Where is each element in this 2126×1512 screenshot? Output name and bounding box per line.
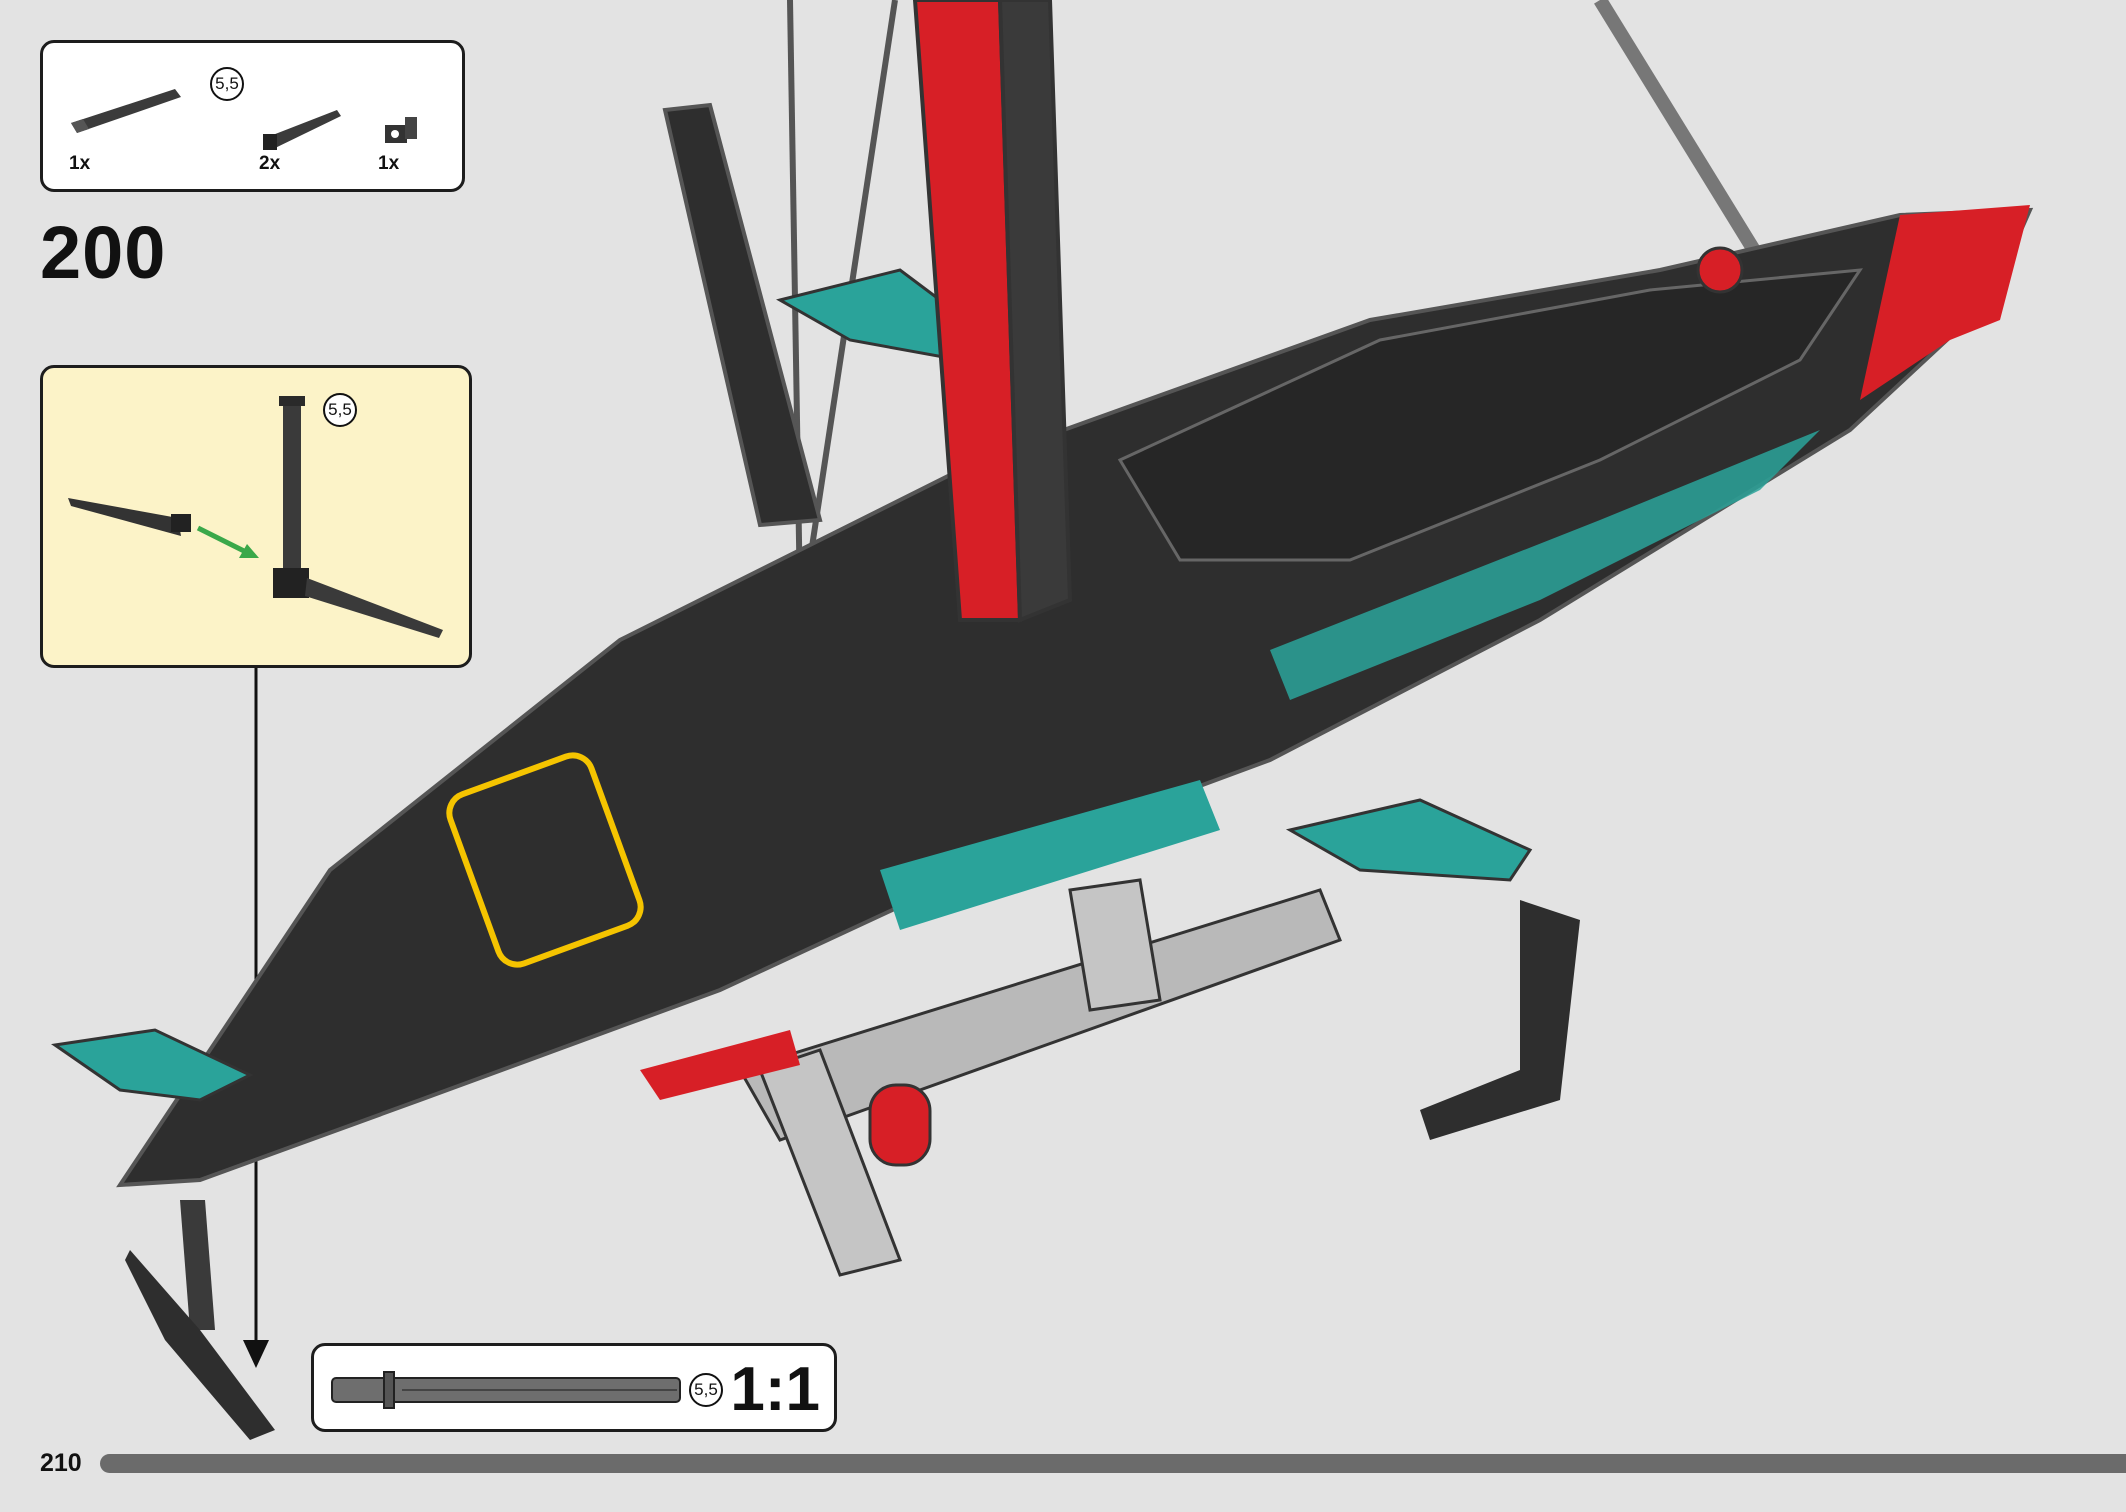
axle-scale-reference (331, 1371, 681, 1409)
page-progress-bar (100, 1454, 2126, 1473)
main-model-illustration (51, 0, 2034, 1440)
scale-ratio-label: 1:1 (730, 1355, 820, 1424)
length-badge: 5,5 (689, 1373, 723, 1407)
scale-check-box: 5,5 1:1 (311, 1343, 837, 1432)
page-number: 210 (40, 1449, 82, 1477)
